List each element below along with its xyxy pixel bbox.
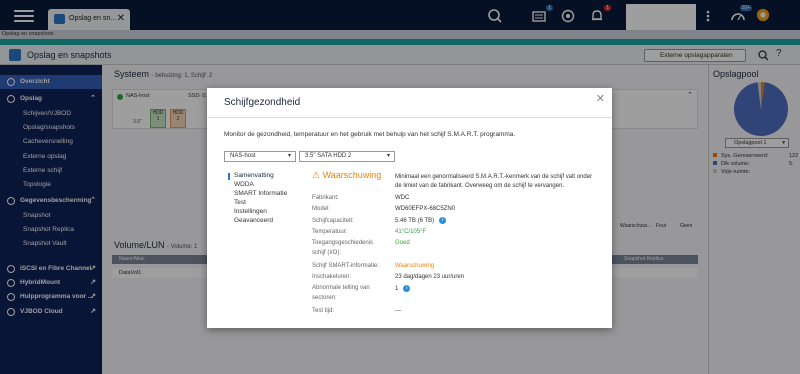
nav-active-marker xyxy=(228,173,230,180)
info-icon[interactable]: i xyxy=(439,217,447,224)
temperature-label: Temperatuur: xyxy=(312,229,348,235)
model-label: Model: xyxy=(312,206,331,212)
abnormal-sectors-value: 1i xyxy=(395,285,411,292)
access-history-label-2: schijf (I/O): xyxy=(312,250,342,256)
dialog-description: Monitor de gezondheid, temperatuur en he… xyxy=(224,131,516,138)
host-select[interactable]: NAS-host ▾ xyxy=(224,151,296,162)
nav-geavanceerd[interactable]: Geavanceerd xyxy=(234,217,287,226)
divider xyxy=(207,117,612,118)
capacity-value: 5.46 TB (6 TB) i xyxy=(395,217,447,224)
status-heading: ⚠ Waarschuwing xyxy=(312,170,382,180)
info-icon[interactable]: i xyxy=(403,285,411,292)
capacity-label: Schijfcapaciteit: xyxy=(312,218,354,224)
fabrikant-value: WDC xyxy=(395,195,410,201)
fabrikant-label: Fabrikant: xyxy=(312,195,339,201)
nav-instellingen[interactable]: Instellingen xyxy=(234,208,287,217)
access-history-value: Goed xyxy=(395,240,410,246)
access-history-label: Toegangsgeschiedenis xyxy=(312,240,374,246)
smart-label: Schijf SMART-informatie: xyxy=(312,263,379,269)
power-on-label: Inschakeluren: xyxy=(312,274,352,280)
temperature-value: 41°C/105°F xyxy=(395,229,427,235)
nav-smart-informatie[interactable]: SMART Informatie xyxy=(234,190,287,199)
warning-icon: ⚠ xyxy=(312,170,321,180)
abnormal-sectors-label: Abnormale telling van xyxy=(312,285,370,291)
test-time-value: --- xyxy=(395,308,401,314)
close-icon[interactable]: ✕ xyxy=(596,92,605,105)
test-time-label: Test tijd: xyxy=(312,308,335,314)
disk-select[interactable]: 3.5" SATA HDD 2 ▾ xyxy=(299,151,395,162)
dialog-nav: Samenvatting WDDA SMART Informatie Test … xyxy=(234,172,287,226)
chevron-down-icon: ▾ xyxy=(287,153,291,159)
nav-test[interactable]: Test xyxy=(234,199,287,208)
disk-health-dialog: Schijfgezondheid ✕ Monitor de gezondheid… xyxy=(207,88,612,328)
nav-wdda[interactable]: WDDA xyxy=(234,181,287,190)
status-text: Minimaal een genormaliseerd S.M.A.R.T.-k… xyxy=(395,174,593,189)
chevron-down-icon: ▾ xyxy=(386,153,390,159)
dialog-title: Schijfgezondheid xyxy=(224,97,301,108)
nav-samenvatting[interactable]: Samenvatting xyxy=(234,172,287,181)
model-value: WD60EFPX-68C5ZN0 xyxy=(395,206,456,212)
smart-value: Waarschuwing xyxy=(395,263,435,269)
power-on-value: 23 dag/dagen 23 uur/uren xyxy=(395,274,465,280)
abnormal-sectors-label-2: sectoren: xyxy=(312,295,337,301)
